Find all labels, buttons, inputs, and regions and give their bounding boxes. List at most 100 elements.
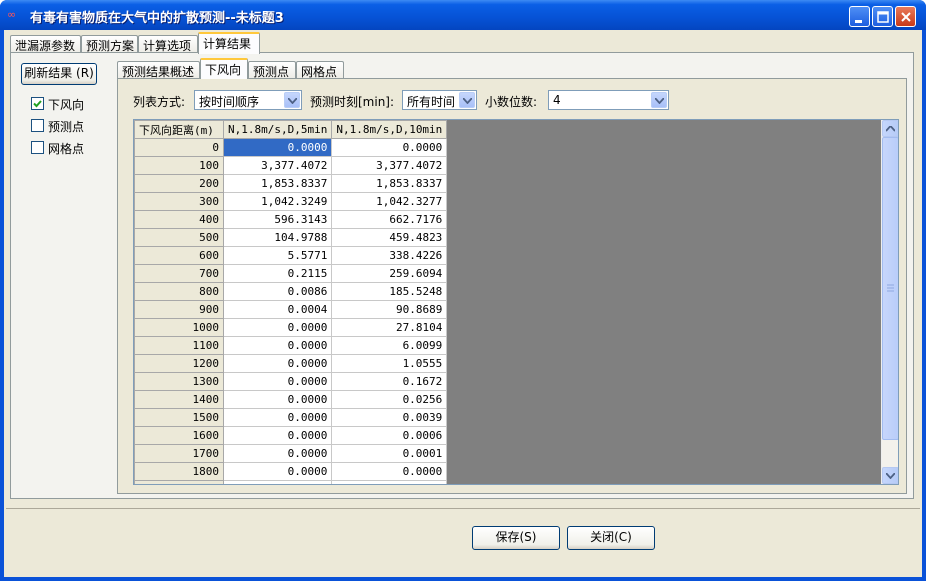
refresh-results-button[interactable]: 刷新结果 (R) (21, 63, 97, 85)
table-row[interactable]: 100 3,377.4072 3,377.4072 (134, 156, 448, 175)
table-row[interactable]: 0 0.0000 0.0000 (134, 138, 448, 157)
time-select[interactable]: 所有时间 (402, 90, 477, 110)
table-row[interactable]: 1800 0.0000 0.0000 (134, 462, 448, 481)
row-header-cell[interactable]: 600 (134, 246, 224, 265)
vertical-scrollbar[interactable] (881, 120, 898, 484)
table-cell[interactable]: 1,853.8337 (331, 174, 448, 193)
column-header-5min[interactable]: N,1.8m/s,D,5min (222, 120, 333, 139)
table-cell[interactable]: 459.4823 (331, 228, 448, 247)
row-header-cell[interactable]: 1300 (134, 372, 224, 391)
table-row[interactable]: 500 104.9788 459.4823 (134, 228, 448, 247)
table-cell[interactable]: 338.4226 (331, 246, 448, 265)
row-header-cell[interactable]: 1200 (134, 354, 224, 373)
table-cell[interactable]: 0.0000 (222, 138, 333, 157)
results-grid[interactable]: 下风向距离(m) N,1.8m/s,D,5min N,1.8m/s,D,10mi… (133, 119, 899, 485)
table-row[interactable]: 1400 0.0000 0.0256 (134, 390, 448, 409)
table-cell[interactable]: 0.0000 (222, 480, 333, 484)
row-header-cell[interactable]: 1600 (134, 426, 224, 445)
table-cell[interactable]: 0.0001 (331, 444, 448, 463)
row-header-cell[interactable]: 1900 (134, 480, 224, 484)
table-cell[interactable]: 0.0000 (222, 354, 333, 373)
row-header-cell[interactable]: 300 (134, 192, 224, 211)
row-header-cell[interactable]: 800 (134, 282, 224, 301)
row-header-cell[interactable]: 100 (134, 156, 224, 175)
close-window-button[interactable] (895, 6, 916, 27)
table-row[interactable]: 1700 0.0000 0.0001 (134, 444, 448, 463)
subtab-prediction-point[interactable]: 预测点 (248, 61, 296, 79)
row-header-cell[interactable]: 400 (134, 210, 224, 229)
table-cell[interactable]: 1,042.3249 (222, 192, 333, 211)
table-row[interactable]: 1100 0.0000 6.0099 (134, 336, 448, 355)
chevron-down-icon[interactable] (651, 92, 667, 108)
row-header-cell[interactable]: 1800 (134, 462, 224, 481)
prediction-point-check-box[interactable] (31, 119, 44, 132)
table-cell[interactable]: 1,042.3277 (331, 192, 448, 211)
row-header-cell[interactable]: 900 (134, 300, 224, 319)
table-cell[interactable]: 0.0000 (222, 426, 333, 445)
column-header-10min[interactable]: N,1.8m/s,D,10min (331, 120, 448, 139)
table-row[interactable]: 600 5.5771 338.4226 (134, 246, 448, 265)
row-header-cell[interactable]: 500 (134, 228, 224, 247)
downwind-check-box[interactable] (31, 97, 44, 110)
table-row[interactable]: 300 1,042.3249 1,042.3277 (134, 192, 448, 211)
table-cell[interactable]: 185.5248 (331, 282, 448, 301)
table-row[interactable]: 19000.00000.0000 (134, 480, 448, 484)
table-cell[interactable]: 0.0039 (331, 408, 448, 427)
table-cell[interactable]: 0.0004 (222, 300, 333, 319)
subtab-downwind[interactable]: 下风向 (200, 58, 248, 79)
table-row[interactable]: 1200 0.0000 1.0555 (134, 354, 448, 373)
table-cell[interactable]: 0.0086 (222, 282, 333, 301)
maximize-button[interactable] (872, 6, 893, 27)
table-cell[interactable]: 27.8104 (331, 318, 448, 337)
save-button[interactable]: 保存(S) (472, 526, 560, 550)
minimize-button[interactable] (849, 6, 870, 27)
table-cell[interactable]: 90.8689 (331, 300, 448, 319)
row-header-cell[interactable]: 1100 (134, 336, 224, 355)
table-row[interactable]: 800 0.0086 185.5248 (134, 282, 448, 301)
table-cell[interactable]: 0.0000 (222, 372, 333, 391)
table-row[interactable]: 1600 0.0000 0.0006 (134, 426, 448, 445)
table-cell[interactable]: 1.0555 (331, 354, 448, 373)
table-cell[interactable]: 0.0000 (222, 390, 333, 409)
table-row[interactable]: 200 1,853.8337 1,853.8337 (134, 174, 448, 193)
row-header-cell[interactable]: 1400 (134, 390, 224, 409)
tab-calc-results[interactable]: 计算结果 (198, 32, 260, 54)
table-cell[interactable]: 0.0000 (222, 462, 333, 481)
row-header-cell[interactable]: 0 (134, 138, 224, 157)
scroll-down-button[interactable] (882, 467, 898, 484)
row-header-cell[interactable]: 1500 (134, 408, 224, 427)
row-header-cell[interactable]: 1700 (134, 444, 224, 463)
chevron-down-icon[interactable] (284, 92, 300, 108)
scroll-up-button[interactable] (882, 120, 898, 137)
title-bar[interactable]: ∞ 有毒有害物质在大气中的扩散预测--未标题3 (0, 0, 926, 30)
table-cell[interactable]: 0.0000 (331, 138, 448, 157)
subtab-grid-point[interactable]: 网格点 (296, 61, 344, 79)
list-mode-select[interactable]: 按时间顺序 (194, 90, 302, 110)
grid-point-check-box[interactable] (31, 141, 44, 154)
subtab-summary[interactable]: 预测结果概述 (117, 61, 200, 79)
table-cell[interactable]: 1,853.8337 (222, 174, 333, 193)
table-cell[interactable]: 0.0000 (222, 336, 333, 355)
table-cell[interactable]: 0.0256 (331, 390, 448, 409)
row-header-cell[interactable]: 200 (134, 174, 224, 193)
table-row[interactable]: 1000 0.0000 27.8104 (134, 318, 448, 337)
table-cell[interactable]: 104.9788 (222, 228, 333, 247)
row-header-cell[interactable]: 1000 (134, 318, 224, 337)
table-row[interactable]: 1300 0.0000 0.1672 (134, 372, 448, 391)
table-cell[interactable]: 0.2115 (222, 264, 333, 283)
table-cell[interactable]: 259.6094 (331, 264, 448, 283)
table-cell[interactable]: 0.0000 (222, 408, 333, 427)
table-row[interactable]: 1500 0.0000 0.0039 (134, 408, 448, 427)
table-cell[interactable]: 0.1672 (331, 372, 448, 391)
scrollbar-thumb[interactable] (882, 137, 898, 440)
close-button[interactable]: 关闭(C) (567, 526, 655, 550)
table-cell[interactable]: 662.7176 (331, 210, 448, 229)
table-cell[interactable]: 3,377.4072 (222, 156, 333, 175)
table-cell[interactable]: 3,377.4072 (331, 156, 448, 175)
table-cell[interactable]: 6.0099 (331, 336, 448, 355)
table-cell[interactable]: 0.0000 (222, 444, 333, 463)
table-cell[interactable]: 0.0000 (222, 318, 333, 337)
column-header-distance[interactable]: 下风向距离(m) (134, 120, 224, 139)
table-row[interactable]: 700 0.2115 259.6094 (134, 264, 448, 283)
table-cell[interactable]: 0.0000 (331, 480, 448, 484)
